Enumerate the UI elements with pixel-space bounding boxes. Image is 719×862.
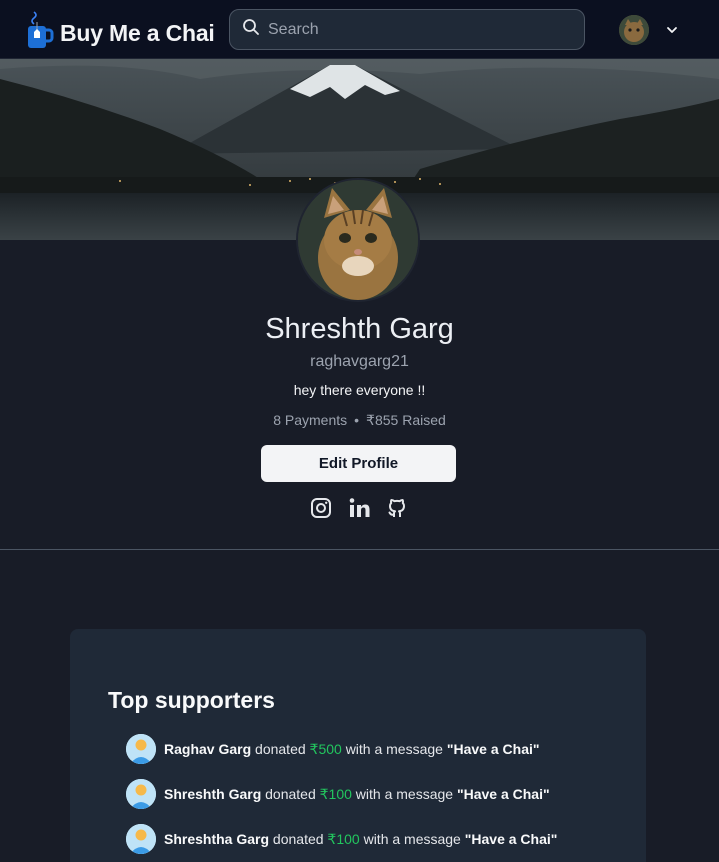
donation-message: "Have a Chai" [464, 830, 558, 847]
chevron-down-icon[interactable] [666, 23, 678, 41]
search-icon [242, 18, 260, 41]
chai-mug-icon [26, 10, 54, 50]
profile-stats: 8 Payments • ₹855 Raised [0, 412, 719, 429]
separator-dot: • [354, 412, 360, 428]
supporter-item: Raghav Garg donated ₹500 with a message … [126, 734, 540, 764]
brand-logo[interactable]: Buy Me a Chai [26, 10, 215, 50]
profile-name: Shreshth Garg [265, 313, 454, 345]
payments-count: 8 Payments [273, 412, 348, 428]
supporter-name: Raghav Garg [164, 740, 252, 757]
user-avatar-icon [126, 734, 156, 764]
donation-message: "Have a Chai" [456, 785, 550, 802]
user-avatar[interactable] [619, 15, 649, 45]
search-input[interactable] [268, 20, 558, 39]
donation-amount: ₹100 [319, 785, 352, 802]
navbar: Buy Me a Chai [0, 0, 719, 59]
supporter-name: Shreshth Garg [164, 785, 262, 802]
supporter-item: Shreshtha Garg donated ₹100 with a messa… [126, 824, 557, 854]
user-avatar-icon [126, 779, 156, 809]
section-divider [0, 549, 719, 550]
donation-amount: ₹500 [309, 740, 342, 757]
profile-bio: hey there everyone !! [293, 382, 426, 398]
linkedin-icon[interactable] [347, 496, 371, 520]
donation-amount: ₹100 [327, 830, 360, 847]
social-links [309, 496, 409, 520]
edit-profile-button[interactable]: Edit Profile [261, 445, 456, 482]
supporters-card: Top supporters Raghav Garg donated ₹500 … [70, 629, 646, 862]
supporter-item: Shreshth Garg donated ₹100 with a messag… [126, 779, 550, 809]
profile-username: raghavgarg21 [310, 353, 409, 370]
supporters-title: Top supporters [108, 687, 275, 713]
amount-raised: ₹855 Raised [366, 412, 446, 428]
user-avatar-icon [126, 824, 156, 854]
brand-name: Buy Me a Chai [60, 19, 215, 46]
github-icon[interactable] [385, 496, 409, 520]
profile-picture [298, 180, 418, 300]
instagram-icon[interactable] [309, 496, 333, 520]
supporter-name: Shreshtha Garg [164, 830, 270, 847]
search-box[interactable] [229, 9, 585, 50]
donation-message: "Have a Chai" [446, 740, 540, 757]
